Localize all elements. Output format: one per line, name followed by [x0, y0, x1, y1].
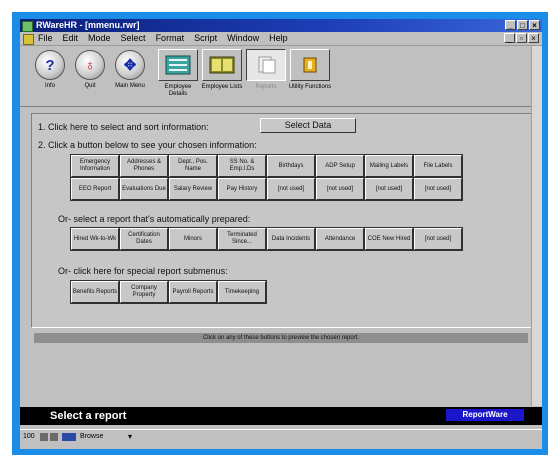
submenu-grid: Benefits Reports Company Property Payrol… [70, 280, 267, 304]
submenu-button[interactable]: Company Property [120, 281, 168, 303]
submenu-button[interactable]: Payroll Reports [169, 281, 217, 303]
select-data-button[interactable]: Select Data [260, 118, 356, 133]
report-button[interactable]: Dept., Pos. Name [169, 155, 217, 177]
document-icon [23, 34, 34, 45]
employee-lists-icon [202, 49, 242, 81]
auto-report-button[interactable]: Certification Dates [120, 228, 168, 250]
app-icon [22, 21, 33, 32]
report-button[interactable]: Salary Review [169, 178, 217, 200]
tool-utility-functions[interactable]: Utility Functions [288, 48, 332, 102]
zoom-out-icon[interactable] [40, 433, 48, 441]
report-button[interactable]: Birthdays [267, 155, 315, 177]
window-title: RWareHR - [mmenu.rwr] [36, 20, 140, 30]
report-button[interactable]: Pay History [218, 178, 266, 200]
report-button[interactable]: ADP Setup [316, 155, 364, 177]
employee-details-icon [158, 49, 198, 81]
window-frame: RWareHR - [mmenu.rwr] _ □ × File Edit Mo… [12, 12, 548, 455]
submenu-label: Or- click here for special report submen… [58, 266, 228, 276]
menu-select[interactable]: Select [121, 32, 146, 45]
report-button[interactable]: EEO Report [71, 178, 119, 200]
submenu-button[interactable]: Timekeeping [218, 281, 266, 303]
menu-edit[interactable]: Edit [63, 32, 79, 45]
doc-close-button[interactable]: × [528, 33, 539, 43]
menu-script[interactable]: Script [194, 32, 217, 45]
title-bar[interactable]: RWareHR - [mmenu.rwr] _ □ × [20, 19, 542, 32]
mode-dropdown-icon[interactable]: ▾ [128, 430, 132, 444]
vertical-scrollbar[interactable] [531, 46, 542, 406]
auto-report-button[interactable]: Terminated Since... [218, 228, 266, 250]
doc-restore-button[interactable]: ▫ [516, 33, 527, 43]
report-button[interactable]: Mailing Labels [365, 155, 413, 177]
step2-label: 2. Click a button below to see your chos… [38, 140, 257, 150]
auto-report-button[interactable]: [not used] [414, 228, 462, 250]
minimize-button[interactable]: _ [505, 20, 516, 30]
auto-report-button[interactable]: Attendance [316, 228, 364, 250]
menu-format[interactable]: Format [156, 32, 185, 45]
close-button[interactable]: × [529, 20, 540, 30]
report-button[interactable]: File Labels [414, 155, 462, 177]
reports-icon [246, 49, 286, 81]
navigation-icon: ✥ [115, 50, 145, 80]
report-button[interactable]: SS No. & Emp.I.Ds [218, 155, 266, 177]
hint-bar: Click on any of these buttons to preview… [34, 333, 528, 343]
auto-report-button[interactable]: Hired Wk-to-Wk [71, 228, 119, 250]
auto-report-grid: Hired Wk-to-Wk Certification Dates Minor… [70, 227, 463, 251]
menu-mode[interactable]: Mode [88, 32, 111, 45]
toolbar: ? Info ♁ Quit ✥ Main Menu Employee Detai… [20, 46, 542, 107]
menu-bar: File Edit Mode Select Format Script Wind… [20, 32, 542, 46]
app-window: RWareHR - [mmenu.rwr] _ □ × File Edit Mo… [20, 19, 542, 449]
zoom-in-icon[interactable] [50, 433, 58, 441]
report-button[interactable]: [not used] [365, 178, 413, 200]
zoom-level[interactable]: 100 [23, 430, 35, 444]
report-panel: 1. Click here to select and sort informa… [31, 113, 533, 328]
report-button[interactable]: Emergency Information [71, 155, 119, 177]
report-button[interactable]: [not used] [414, 178, 462, 200]
stop-icon: ♁ [75, 50, 105, 80]
question-icon: ? [35, 50, 65, 80]
tool-reports[interactable]: Reports [244, 48, 288, 102]
report-button[interactable]: [not used] [316, 178, 364, 200]
submenu-button[interactable]: Benefits Reports [71, 281, 119, 303]
report-button[interactable]: Addresses & Phones [120, 155, 168, 177]
utility-icon [290, 49, 330, 81]
tool-employee-details[interactable]: Employee Details [156, 48, 200, 102]
menu-file[interactable]: File [38, 32, 53, 45]
tool-info[interactable]: ? Info [28, 48, 72, 102]
auto-report-button[interactable]: Data Incidents [267, 228, 315, 250]
auto-report-button[interactable]: Minors [169, 228, 217, 250]
status-text: Select a report [50, 410, 127, 422]
bottom-bar: 100 Browse ▾ [20, 429, 542, 444]
auto-report-label: Or- select a report that's automatically… [58, 214, 251, 224]
menu-window[interactable]: Window [227, 32, 259, 45]
tool-employee-lists[interactable]: Employee Lists [200, 48, 244, 102]
tool-main-menu[interactable]: ✥ Main Menu [108, 48, 152, 102]
brand-logo: ReportWare [446, 409, 524, 421]
auto-report-button[interactable]: COE New Hired [365, 228, 413, 250]
step1-label: 1. Click here to select and sort informa… [38, 122, 209, 132]
menu-help[interactable]: Help [269, 32, 288, 45]
mode-label: Browse [80, 433, 104, 440]
report-button[interactable]: [not used] [267, 178, 315, 200]
status-bar: Select a report ReportWare [20, 407, 542, 425]
doc-minimize-button[interactable]: _ [504, 33, 515, 43]
tool-quit[interactable]: ♁ Quit [68, 48, 112, 102]
status-area-icon[interactable] [62, 433, 76, 441]
report-button[interactable]: Evaluations Due [120, 178, 168, 200]
maximize-button[interactable]: □ [517, 20, 528, 30]
report-button-grid: Emergency Information Addresses & Phones… [70, 154, 463, 201]
